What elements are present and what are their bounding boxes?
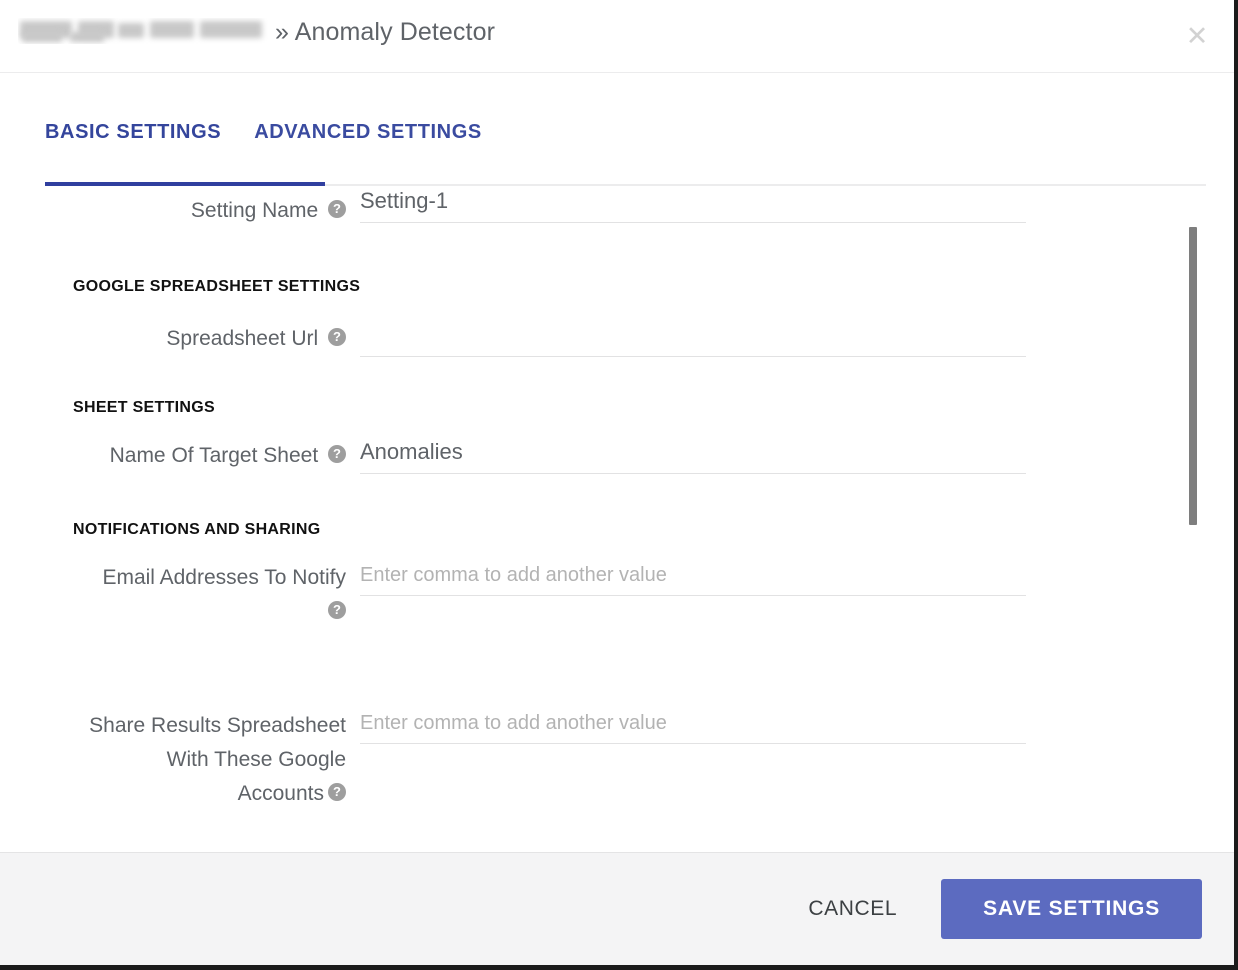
modal-header: » Anomaly Detector ✕	[0, 0, 1234, 73]
spreadsheet-url-label-text: Spreadsheet Url	[166, 327, 319, 350]
email-addresses-field-wrap	[360, 561, 1234, 596]
tab-advanced-settings-label: ADVANCED SETTINGS	[254, 121, 482, 143]
spreadsheet-url-field-wrap	[360, 322, 1234, 357]
help-icon[interactable]: ?	[328, 200, 346, 219]
spreadsheet-url-input[interactable]	[360, 322, 1026, 357]
help-icon[interactable]: ?	[328, 445, 346, 464]
section-header-notifications-and-sharing: NOTIFICATIONS AND SHARING	[73, 521, 321, 538]
close-icon[interactable]: ✕	[1182, 22, 1212, 52]
settings-form-body: Setting Name ? GOOGLE SPREADSHEET SETTIN…	[0, 186, 1234, 865]
setting-name-label: Setting Name ?	[0, 194, 360, 228]
share-accounts-label-line1: Share Results Spreadsheet	[89, 714, 346, 737]
setting-name-label-text: Setting Name	[190, 199, 319, 222]
share-accounts-input[interactable]	[360, 709, 1026, 744]
share-accounts-label-line2: With These Google	[166, 748, 346, 771]
spreadsheet-url-label: Spreadsheet Url ?	[0, 322, 360, 356]
share-accounts-label: Share Results Spreadsheet With These Goo…	[0, 709, 360, 811]
share-accounts-field-wrap	[360, 709, 1234, 744]
tab-bar: BASIC SETTINGS ADVANCED SETTINGS	[0, 73, 1234, 186]
modal-footer: CANCEL SAVE SETTINGS	[0, 852, 1234, 965]
email-addresses-input[interactable]	[360, 561, 1026, 596]
share-accounts-label-line3: Accounts	[237, 782, 324, 805]
save-settings-button[interactable]: SAVE SETTINGS	[941, 879, 1202, 939]
email-addresses-label-text: Email Addresses To Notify	[102, 566, 346, 589]
field-row-setting-name: Setting Name ?	[0, 188, 1234, 228]
target-sheet-field-wrap	[360, 439, 1234, 474]
target-sheet-input[interactable]	[360, 439, 1026, 474]
setting-name-input[interactable]	[360, 188, 1026, 223]
setting-name-field-wrap	[360, 188, 1234, 223]
field-row-email-addresses: Email Addresses To Notify ?	[0, 561, 1234, 629]
help-icon[interactable]: ?	[328, 783, 346, 802]
scrollbar-thumb[interactable]	[1189, 227, 1197, 525]
page-title: » Anomaly Detector	[18, 18, 495, 47]
email-addresses-label: Email Addresses To Notify ?	[0, 561, 360, 629]
field-row-share-accounts: Share Results Spreadsheet With These Goo…	[0, 709, 1234, 811]
help-icon[interactable]: ?	[328, 328, 346, 347]
section-header-sheet-settings: SHEET SETTINGS	[73, 399, 215, 416]
vertical-scrollbar[interactable]	[1188, 186, 1198, 865]
target-sheet-label-text: Name Of Target Sheet	[109, 444, 319, 467]
help-icon[interactable]: ?	[328, 601, 346, 620]
field-row-target-sheet: Name Of Target Sheet ?	[0, 439, 1234, 474]
tab-basic-settings[interactable]: BASIC SETTINGS	[45, 121, 221, 152]
cancel-button[interactable]: CANCEL	[786, 883, 919, 935]
page-title-text: » Anomaly Detector	[275, 18, 496, 46]
section-header-google-spreadsheet-settings: GOOGLE SPREADSHEET SETTINGS	[73, 278, 361, 295]
target-sheet-label: Name Of Target Sheet ?	[0, 439, 360, 473]
basic-settings-form: Setting Name ? GOOGLE SPREADSHEET SETTIN…	[0, 188, 1234, 811]
field-row-spreadsheet-url: Spreadsheet Url ?	[0, 322, 1234, 357]
tab-advanced-settings[interactable]: ADVANCED SETTINGS	[254, 121, 482, 152]
redacted-account-name	[18, 18, 268, 44]
tab-basic-settings-label: BASIC SETTINGS	[45, 121, 222, 143]
anomaly-detector-settings-modal: » Anomaly Detector ✕ BASIC SETTINGS ADVA…	[0, 0, 1238, 970]
